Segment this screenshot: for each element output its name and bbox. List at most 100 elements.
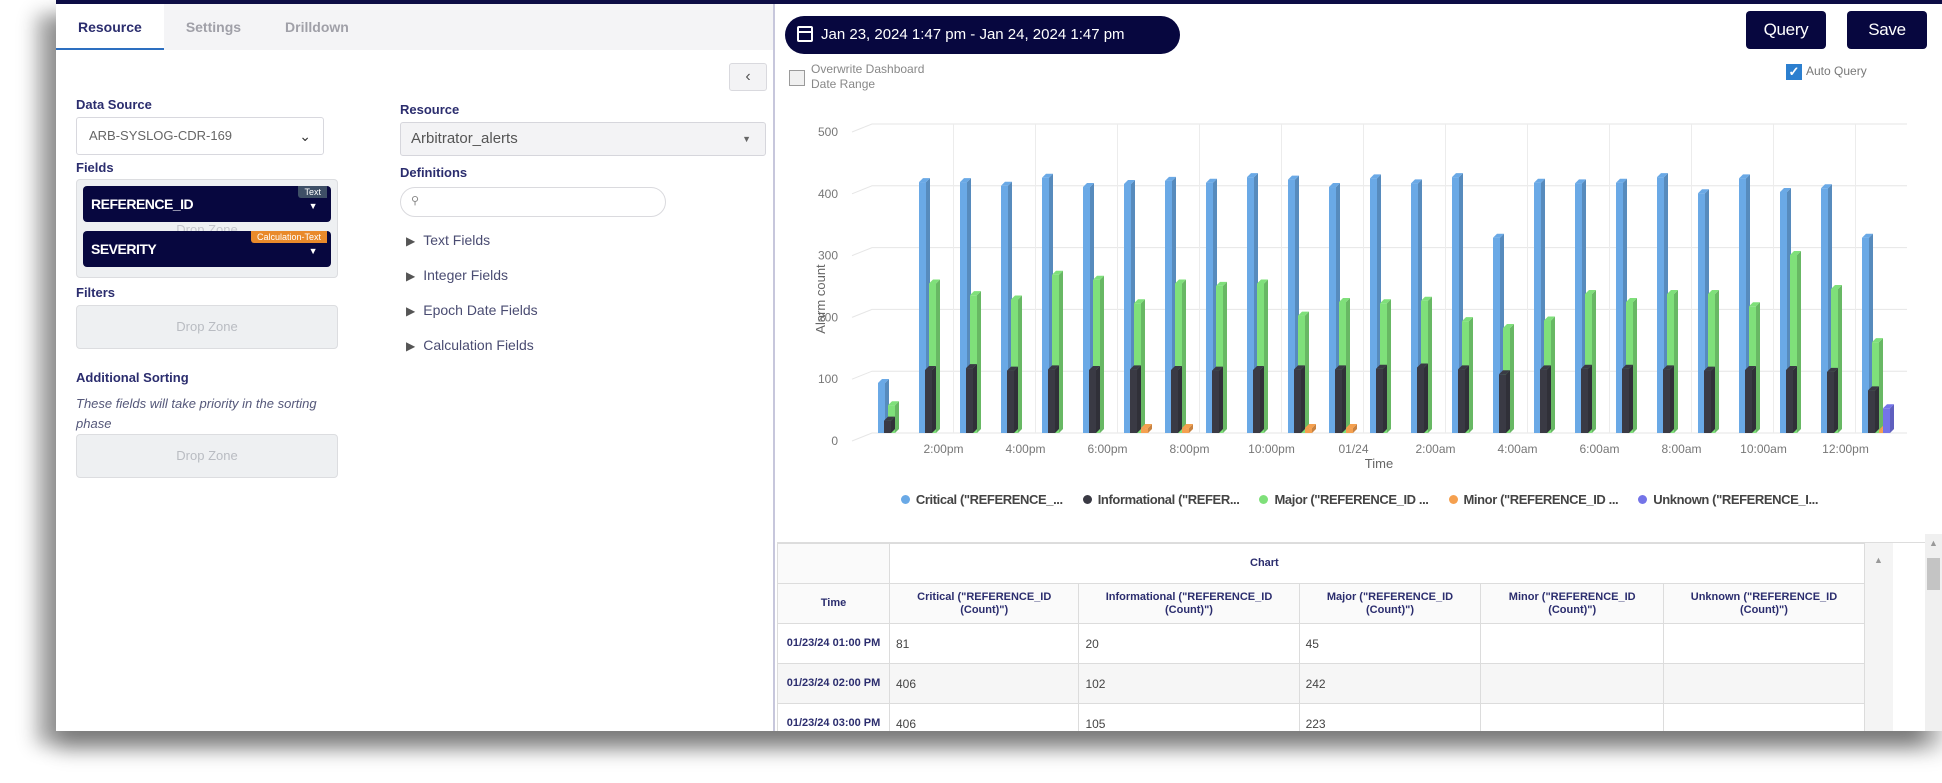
table-cell: 45 bbox=[1298, 623, 1482, 664]
bar-side bbox=[1219, 366, 1223, 433]
scroll-up-arrow-icon[interactable]: ▲ bbox=[1929, 538, 1938, 548]
scroll-up-arrow-icon[interactable]: ▲ bbox=[1874, 555, 1883, 565]
bar-1-7[interactable] bbox=[1171, 365, 1182, 433]
bar-1-5[interactable] bbox=[1089, 365, 1100, 433]
tree-item-integer-fields[interactable]: ▶ Integer Fields bbox=[406, 267, 508, 283]
bar-face bbox=[1739, 178, 1746, 433]
tree-item-text-fields[interactable]: ▶ Text Fields bbox=[406, 232, 490, 248]
bar-1-6[interactable] bbox=[1130, 365, 1141, 433]
overwrite-label-line1: Overwrite Dashboard bbox=[811, 62, 925, 76]
y-tick-label: 100 bbox=[818, 372, 838, 386]
bar-side bbox=[1875, 386, 1879, 433]
bar-1-12[interactable] bbox=[1376, 364, 1387, 433]
table-column-header[interactable]: Minor ("REFERENCE_ID (Count)") bbox=[1480, 583, 1664, 624]
field-pill-reference-id[interactable]: REFERENCE_ID Text ▼ bbox=[83, 186, 331, 222]
auto-query-option[interactable]: ✓ Auto Query bbox=[1786, 64, 1867, 80]
bar-1-23[interactable] bbox=[1827, 367, 1838, 433]
field-pill-severity[interactable]: SEVERITY Calculation-Text ▼ bbox=[83, 231, 331, 267]
bar-1-9[interactable] bbox=[1253, 365, 1264, 433]
legend-item[interactable]: Unknown ("REFERENCE_I... bbox=[1638, 492, 1819, 507]
bar-1-14[interactable] bbox=[1458, 365, 1469, 433]
bar-1-10[interactable] bbox=[1294, 365, 1305, 433]
table-cell: 20 bbox=[1078, 623, 1300, 664]
tree-item-calculation-fields[interactable]: ▶ Calculation Fields bbox=[406, 337, 534, 353]
bar-1-24[interactable] bbox=[1868, 386, 1879, 433]
bar-1-11[interactable] bbox=[1335, 365, 1346, 433]
definitions-search-input[interactable]: ⚲ bbox=[400, 187, 666, 217]
tab-resource[interactable]: Resource bbox=[56, 4, 164, 50]
bar-side bbox=[1223, 281, 1227, 433]
caret-down-icon[interactable]: ▼ bbox=[309, 188, 318, 224]
bar-side bbox=[1506, 370, 1510, 433]
tree-item-epoch-date-fields[interactable]: ▶ Epoch Date Fields bbox=[406, 302, 538, 318]
date-range-picker[interactable]: Jan 23, 2024 1:47 pm - Jan 24, 2024 1:47… bbox=[785, 16, 1180, 54]
scrollbar-thumb[interactable] bbox=[1927, 558, 1940, 590]
tree-item-label: Integer Fields bbox=[423, 267, 509, 283]
legend-item[interactable]: Major ("REFERENCE_ID ... bbox=[1259, 492, 1429, 507]
tab-settings[interactable]: Settings bbox=[164, 4, 263, 50]
bar-face bbox=[1780, 191, 1787, 433]
panel-scrollbar[interactable]: ▲ bbox=[1925, 534, 1942, 731]
sorting-drop-zone[interactable]: Drop Zone bbox=[76, 434, 338, 478]
bar-1-13[interactable] bbox=[1417, 363, 1428, 433]
bar-1-3[interactable] bbox=[1007, 366, 1018, 433]
query-button[interactable]: Query bbox=[1746, 11, 1826, 49]
filters-drop-zone[interactable]: Drop Zone bbox=[76, 305, 338, 349]
bar-1-2[interactable] bbox=[966, 364, 977, 433]
config-tabs: Resource Settings Drilldown bbox=[56, 4, 773, 50]
bar-1-4[interactable] bbox=[1048, 365, 1059, 433]
bar-1-16[interactable] bbox=[1540, 365, 1551, 433]
bar-face bbox=[1616, 182, 1623, 433]
x-tick-label: 2:00am bbox=[1415, 442, 1455, 456]
bar-1-22[interactable] bbox=[1786, 365, 1797, 433]
bar-1-19[interactable] bbox=[1663, 365, 1674, 433]
table-row: 01/23/24 01:00 PM 81 20 45 bbox=[777, 623, 1866, 664]
table-column-header[interactable]: Informational ("REFERENCE_ID (Count)") bbox=[1078, 583, 1300, 624]
legend-item[interactable]: Critical ("REFERENCE_... bbox=[900, 492, 1063, 507]
bar-face bbox=[1288, 179, 1295, 433]
search-icon: ⚲ bbox=[411, 195, 420, 207]
data-table: Chart Time Critical ("REFERENCE_ID (Count… bbox=[777, 543, 1866, 731]
bar-face bbox=[1001, 185, 1008, 433]
overwrite-date-range-option[interactable]: Overwrite Dashboard Date Range bbox=[789, 62, 924, 92]
overwrite-checkbox[interactable] bbox=[789, 70, 805, 86]
bar-side bbox=[1305, 311, 1309, 433]
bar-face bbox=[1452, 177, 1459, 433]
bar-1-17[interactable] bbox=[1581, 364, 1592, 433]
table-column-header[interactable]: Critical ("REFERENCE_ID (Count)") bbox=[888, 583, 1080, 624]
bar-1-20[interactable] bbox=[1704, 366, 1715, 433]
bar-side bbox=[1752, 365, 1756, 433]
table-column-header[interactable]: Unknown ("REFERENCE_ID (Count)") bbox=[1662, 583, 1866, 624]
x-tick-label: 6:00pm bbox=[1087, 442, 1127, 456]
bar-1-0[interactable] bbox=[884, 416, 895, 433]
bar-1-1[interactable] bbox=[925, 365, 936, 433]
data-source-select[interactable]: ARB-SYSLOG-CDR-169 ⌄ bbox=[76, 117, 324, 155]
bar-face bbox=[1294, 369, 1301, 433]
expand-triangle-icon: ▶ bbox=[406, 304, 416, 318]
collapse-panel-button[interactable]: ‹ bbox=[729, 63, 767, 91]
bar-face bbox=[1663, 369, 1670, 433]
tab-drilldown[interactable]: Drilldown bbox=[263, 4, 371, 50]
chevron-left-icon: ‹ bbox=[745, 68, 751, 85]
bar-side bbox=[1890, 404, 1894, 433]
save-button[interactable]: Save bbox=[1847, 11, 1927, 49]
bar-1-15[interactable] bbox=[1499, 370, 1510, 433]
bar-1-21[interactable] bbox=[1745, 365, 1756, 433]
y-tick-label: 500 bbox=[818, 125, 838, 139]
bar-side bbox=[1715, 289, 1719, 433]
bar-face bbox=[1124, 183, 1131, 433]
bar-side bbox=[936, 279, 940, 433]
legend-item[interactable]: Minor ("REFERENCE_ID ... bbox=[1448, 492, 1619, 507]
bar-side bbox=[1137, 365, 1141, 433]
bar-1-18[interactable] bbox=[1622, 364, 1633, 433]
resource-select[interactable]: Arbitrator_alerts ▼ bbox=[400, 122, 766, 156]
auto-query-checkbox[interactable]: ✓ bbox=[1786, 64, 1802, 80]
legend-item[interactable]: Informational ("REFER... bbox=[1082, 492, 1240, 507]
caret-down-icon[interactable]: ▼ bbox=[309, 233, 318, 269]
table-column-header[interactable]: Time bbox=[777, 583, 890, 624]
table-column-header[interactable]: Major ("REFERENCE_ID (Count)") bbox=[1298, 583, 1482, 624]
bar-1-8[interactable] bbox=[1212, 366, 1223, 433]
table-scrollbar[interactable]: ▲ bbox=[1865, 543, 1893, 731]
fields-drop-zone[interactable]: Drop Zone REFERENCE_ID Text ▼ SEVERITY C… bbox=[76, 179, 338, 278]
bar-4-24[interactable] bbox=[1883, 404, 1894, 433]
